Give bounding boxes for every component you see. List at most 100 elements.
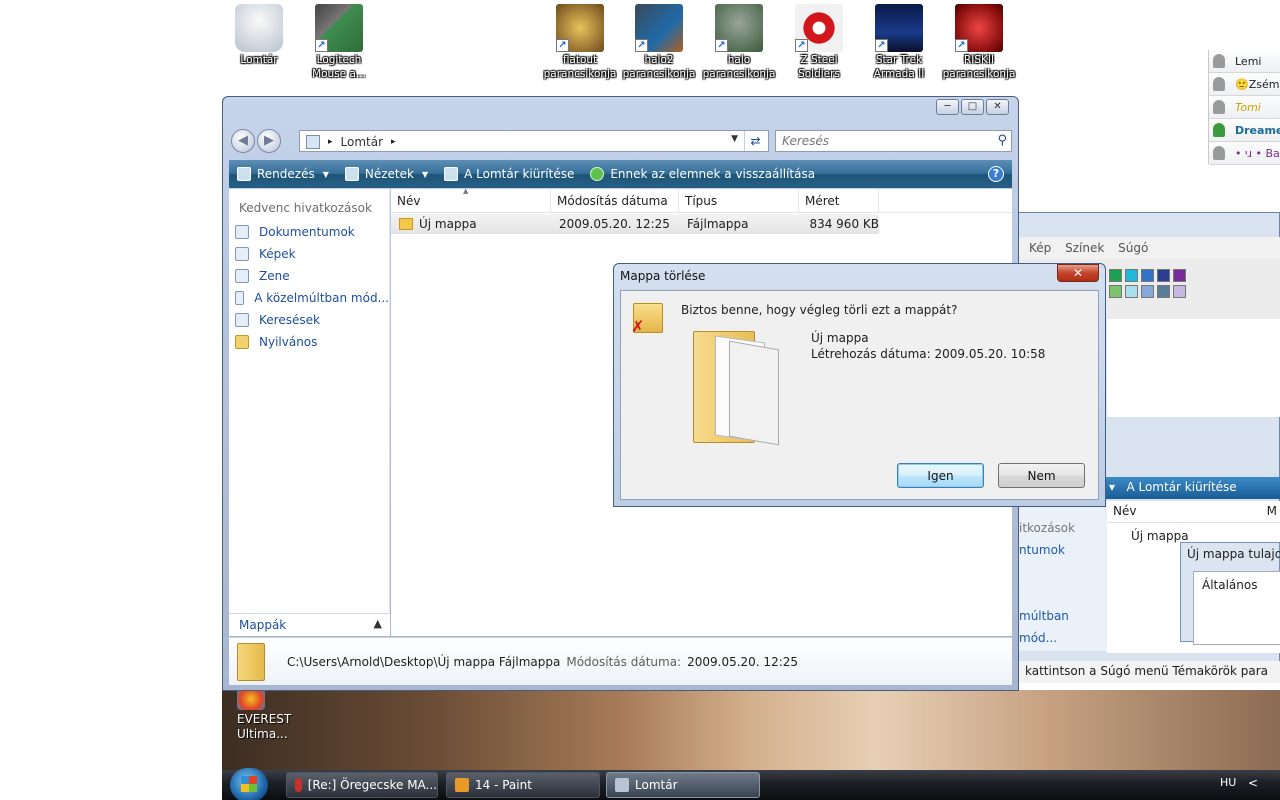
dialog-close-button[interactable]: ✕ [1057,264,1099,282]
color-swatch[interactable] [1157,285,1170,298]
close-button[interactable]: ✕ [986,99,1009,115]
nav-link-music[interactable]: Zene [229,265,389,287]
color-swatch[interactable] [1157,269,1170,282]
desktop-icon-halo[interactable]: ↗ halo parancsikonja [700,4,778,81]
nav-link-recent[interactable]: A közelmúltban mód... [229,287,389,309]
help-icon[interactable]: ? [988,166,1004,182]
paint-menubar: Kép Színek Súgó [1009,237,1280,259]
desktop-icon-flatout[interactable]: ↗ flatout parancsikonja [541,4,619,81]
color-swatch[interactable] [1141,269,1154,282]
refresh-icon[interactable]: ⇄ [744,131,766,151]
back-button[interactable]: ◀ [231,129,255,153]
color-swatch[interactable] [1109,285,1122,298]
column-name[interactable]: ▲ Név [391,187,551,212]
menu-szinek[interactable]: Színek [1065,241,1104,255]
minimize-button[interactable]: ─ [936,99,959,115]
tab-altalanos[interactable]: Általános [1193,571,1280,645]
large-folder-icon [693,327,783,447]
background-empty-bin-button[interactable]: ▾ A Lomtár kiürítése [1099,477,1280,499]
tray-expand-icon[interactable]: < [1248,776,1258,790]
breadcrumb-arrow-icon[interactable]: ▸ [391,137,396,147]
folder-icon [399,218,413,230]
empty-bin-button[interactable]: A Lomtár kiürítése [436,167,582,181]
delete-folder-icon: ✗ [631,303,663,336]
contact-item[interactable]: Dreamer [1209,119,1280,142]
address-dropdown-icon[interactable]: ▼ [731,134,738,144]
shortcut-arrow-icon: ↗ [955,39,968,52]
maximize-button[interactable]: □ [961,99,984,115]
pictures-icon [235,247,249,261]
organize-icon [237,167,251,181]
organize-button[interactable]: Rendezés ▼ [229,167,337,181]
language-indicator[interactable]: HU [1220,776,1236,789]
mouse-icon: ↗ [315,4,363,52]
table-row[interactable]: Új mappa 2009.05.20. 12:25 Fájlmappa 834… [391,214,879,234]
address-bar[interactable]: ▸ Lomtár ▸ ▼ ⇄ [299,130,769,152]
column-type[interactable]: Típus [679,189,799,212]
nav-link-documents[interactable]: Dokumentumok [229,221,389,243]
folders-toggle[interactable]: Mappák ▲ [229,613,390,636]
desktop-icon-everest[interactable]: EVEREST Ultima... [222,688,312,742]
color-swatch[interactable] [1125,285,1138,298]
desktop-icon-z-steel[interactable]: ↗ Z Steel Soldiers [780,4,858,81]
forward-button[interactable]: ▶ [257,129,281,153]
search-box[interactable]: ⚲ [775,130,1012,152]
taskbar-item-opera[interactable]: [Re:] Öregecske MA... [286,772,438,798]
contact-icon [1213,146,1225,160]
desktop-icon-logitech[interactable]: ↗ Logitech Mouse a... [300,4,378,81]
taskbar-item-recycle-bin[interactable]: Lomtár [606,772,760,798]
column-size[interactable]: Méret [799,189,879,212]
chevron-down-icon: ▼ [421,169,429,179]
contact-icon [1213,77,1225,91]
desktop-icon-halo2[interactable]: ↗ halo2 parancsikonja [620,4,698,81]
contact-item[interactable]: Lemi [1209,50,1280,73]
search-icon[interactable]: ⚲ [997,133,1007,148]
column-date[interactable]: Módosítás dátuma [551,189,679,212]
opera-icon [295,778,302,792]
color-swatch[interactable] [1173,285,1186,298]
command-bar: Rendezés ▼ Nézetek ▼ A Lomtár kiürítése En… [229,160,1012,188]
contact-icon [1213,54,1225,68]
desktop-icon-recycle-bin[interactable]: Lomtár [220,4,298,67]
color-swatch[interactable] [1125,269,1138,282]
messenger-contact-list: Lemi 🙂Zsémbi Tomi Dreamer • יɹ • Ba [1208,50,1280,165]
desktop-icon-risk[interactable]: ↗ RISKII parancsikonja [940,4,1018,81]
desktop-icon-star-trek[interactable]: ↗ Star Trek Armada II [860,4,938,81]
breadcrumb-arrow-icon[interactable]: ▸ [328,137,333,147]
shortcut-arrow-icon: ↗ [635,39,648,52]
search-input[interactable] [782,134,982,148]
dialog-item-name: Új mappa [811,331,869,345]
views-icon [344,167,359,181]
color-swatch[interactable] [1141,285,1154,298]
restore-button[interactable]: Ennek az elemnek a visszaállítása [582,167,823,181]
blank-area [0,0,222,770]
yes-button[interactable]: Igen [897,463,984,488]
dialog-title: Mappa törlése [620,269,706,283]
recycle-bin-icon [235,4,283,52]
contact-item[interactable]: • יɹ • Ba [1209,142,1280,165]
documents-icon [235,225,249,239]
start-button[interactable] [230,768,268,800]
taskbar-item-paint[interactable]: 14 - Paint [446,772,600,798]
paint-canvas[interactable] [1107,319,1280,417]
menu-kep[interactable]: Kép [1029,241,1051,255]
contact-item[interactable]: 🙂Zsémbi [1209,73,1280,96]
taskbar: [Re:] Öregecske MA... 14 - Paint Lomtár … [222,768,1280,800]
nav-link-searches[interactable]: Keresések [229,309,389,331]
background-column-header: Név M [1107,501,1280,523]
folder-icon [237,642,265,681]
contact-item[interactable]: Tomi [1209,96,1280,119]
menu-sugo[interactable]: Súgó [1118,241,1148,255]
no-button[interactable]: Nem [998,463,1085,488]
color-swatch[interactable] [1109,269,1122,282]
views-button[interactable]: Nézetek ▼ [337,167,436,181]
favorites-heading: Kedvenc hivatkozások [239,201,372,215]
details-pane: C:\Users\Arnold\Desktop\Új mappa Fájlmap… [229,637,1012,685]
nav-link-pictures[interactable]: Képek [229,243,389,265]
color-swatch[interactable] [1173,269,1186,282]
halo-icon: ↗ [715,4,763,52]
nav-link-public[interactable]: Nyilvános [229,331,389,353]
halo2-icon: ↗ [635,4,683,52]
breadcrumb[interactable]: Lomtár [341,135,384,149]
folder-icon [235,335,249,349]
